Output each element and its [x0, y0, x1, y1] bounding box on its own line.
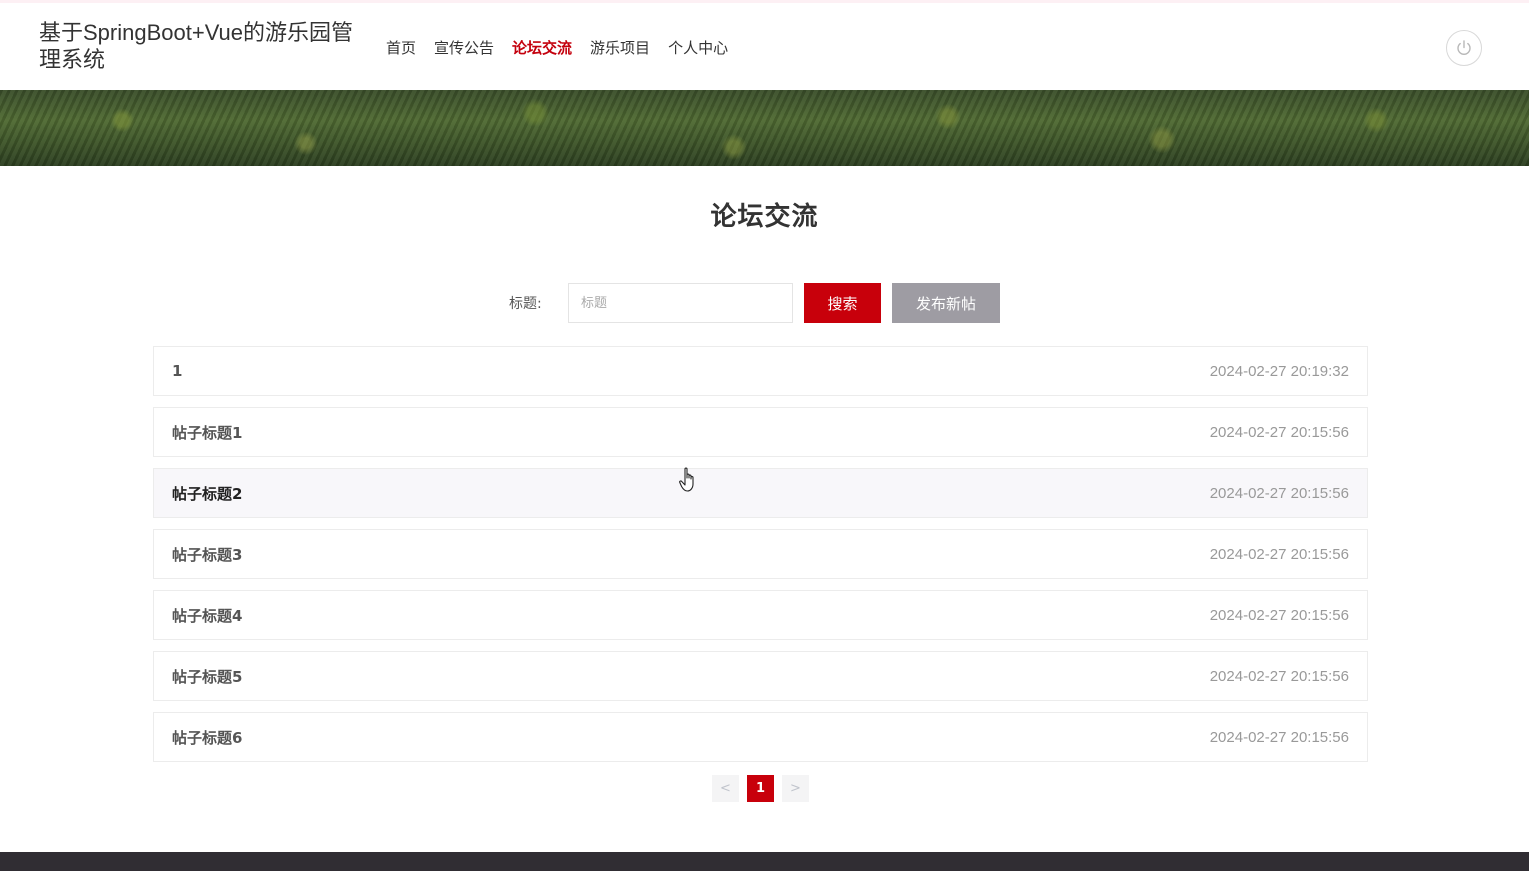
post-row[interactable]: 帖子标题5 2024-02-27 20:15:56 [153, 651, 1368, 701]
nav-item-profile[interactable]: 个人中心 [668, 36, 728, 60]
post-row[interactable]: 帖子标题2 2024-02-27 20:15:56 [153, 468, 1368, 518]
pagination-prev-button[interactable]: < [712, 775, 739, 802]
post-title: 帖子标题2 [172, 484, 243, 503]
post-time: 2024-02-27 20:15:56 [1209, 484, 1349, 502]
pagination-page-1[interactable]: 1 [747, 775, 774, 802]
pagination: < 1 > [712, 775, 817, 802]
new-post-button[interactable]: 发布新帖 [892, 283, 1000, 323]
nav-item-announcements[interactable]: 宣传公告 [434, 36, 494, 60]
footer [0, 852, 1529, 871]
logout-button[interactable] [1446, 30, 1482, 66]
post-title: 帖子标题1 [172, 423, 243, 442]
nav-item-home[interactable]: 首页 [386, 36, 416, 60]
search-button[interactable]: 搜索 [804, 283, 881, 323]
hand-cursor-icon [679, 467, 694, 492]
power-icon [1457, 40, 1471, 55]
post-row[interactable]: 帖子标题6 2024-02-27 20:15:56 [153, 712, 1368, 762]
post-row[interactable]: 帖子标题4 2024-02-27 20:15:56 [153, 590, 1368, 640]
post-list: 1 2024-02-27 20:19:32 帖子标题1 2024-02-27 2… [153, 346, 1368, 773]
post-time: 2024-02-27 20:15:56 [1209, 423, 1349, 441]
nav-item-attractions[interactable]: 游乐项目 [590, 36, 650, 60]
search-label: 标题: [509, 296, 542, 312]
post-row[interactable]: 1 2024-02-27 20:19:32 [153, 346, 1368, 396]
search-bar: 标题: 搜索 发布新帖 [509, 283, 1000, 323]
post-title: 帖子标题6 [172, 728, 243, 747]
grass-banner [0, 90, 1529, 166]
nav-item-forum[interactable]: 论坛交流 [512, 36, 572, 60]
post-row[interactable]: 帖子标题1 2024-02-27 20:15:56 [153, 407, 1368, 457]
top-navbar: 基于SpringBoot+Vue的游乐园管理系统 首页 宣传公告 论坛交流 游乐… [0, 0, 1529, 90]
pagination-next-button[interactable]: > [782, 775, 809, 802]
post-time: 2024-02-27 20:15:56 [1209, 545, 1349, 563]
post-title: 帖子标题5 [172, 667, 243, 686]
post-row[interactable]: 帖子标题3 2024-02-27 20:15:56 [153, 529, 1368, 579]
post-time: 2024-02-27 20:15:56 [1209, 606, 1349, 624]
page-title: 论坛交流 [710, 202, 819, 232]
post-title: 帖子标题4 [172, 606, 243, 625]
post-title: 帖子标题3 [172, 545, 243, 564]
post-time: 2024-02-27 20:15:56 [1209, 728, 1349, 746]
post-time: 2024-02-27 20:15:56 [1209, 667, 1349, 685]
post-time: 2024-02-27 20:19:32 [1209, 362, 1349, 380]
main-nav: 首页 宣传公告 论坛交流 游乐项目 个人中心 [386, 36, 746, 60]
site-brand: 基于SpringBoot+Vue的游乐园管理系统 [39, 20, 354, 72]
post-title: 1 [172, 362, 183, 380]
title-search-input[interactable] [568, 283, 793, 323]
